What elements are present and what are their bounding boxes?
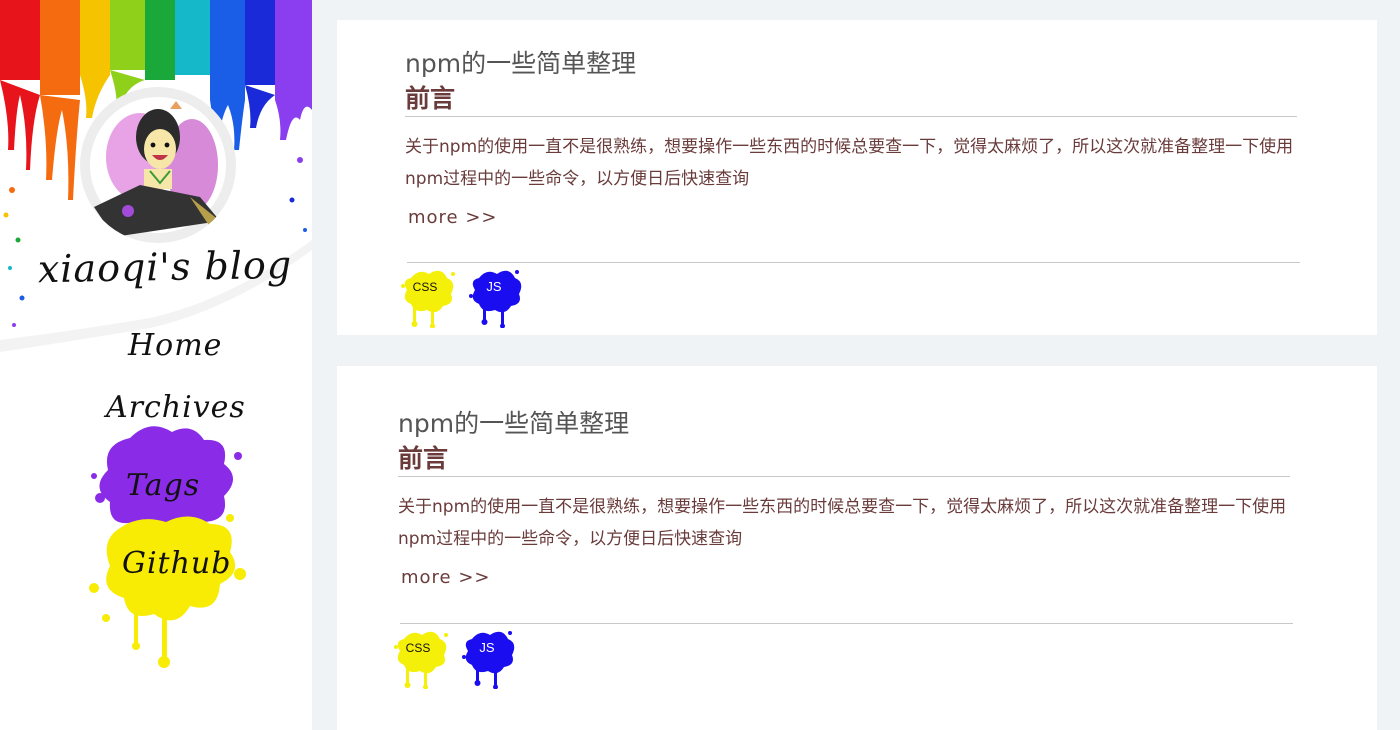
tag-js[interactable]: JS	[467, 266, 525, 328]
tag-css[interactable]: CSS	[392, 627, 450, 689]
blue-splash-icon	[469, 270, 522, 328]
blog-app: xiaoqi's blog Home Archives Tags Github …	[0, 0, 1400, 730]
nav-archives-link[interactable]: Archives	[106, 390, 246, 425]
tag-label: JS	[479, 640, 495, 655]
post-divider	[400, 623, 1293, 624]
post-excerpt: 关于npm的使用一直不是很熟练，想要操作一些东西的时候总要查一下，觉得太麻烦了，…	[398, 497, 1287, 549]
nav-github-link[interactable]: Github	[122, 546, 231, 581]
avatar[interactable]	[80, 87, 236, 243]
sidebar: xiaoqi's blog Home Archives Tags Github	[0, 0, 312, 730]
cartoon-avatar-image	[90, 97, 226, 237]
post-card: npm的一些简单整理 前言 关于npm的使用一直不是很熟练，想要操作一些东西的时…	[337, 20, 1377, 335]
post-divider	[407, 262, 1300, 263]
tag-js[interactable]: JS	[460, 627, 518, 689]
post-title-link[interactable]: npm的一些简单整理	[398, 406, 1293, 442]
yellow-splash-icon	[394, 631, 448, 689]
blue-splash-icon	[462, 631, 515, 689]
read-more-link[interactable]: more >>	[408, 207, 498, 228]
nav-tags-link[interactable]: Tags	[126, 468, 200, 503]
read-more-link[interactable]: more >>	[401, 567, 491, 588]
tag-css[interactable]: CSS	[399, 266, 457, 328]
tag-label: CSS	[405, 641, 431, 655]
post-subtitle: 前言	[405, 82, 1297, 117]
nav-home-link[interactable]: Home	[128, 328, 222, 363]
post-content: npm的一些简单整理 前言 关于npm的使用一直不是很熟练，想要操作一些东西的时…	[405, 46, 1300, 228]
post-card: npm的一些简单整理 前言 关于npm的使用一直不是很熟练，想要操作一些东西的时…	[337, 366, 1377, 730]
yellow-splash-icon	[401, 270, 455, 328]
tag-label: CSS	[412, 280, 438, 294]
post-subtitle: 前言	[398, 442, 1290, 477]
post-title-link[interactable]: npm的一些简单整理	[405, 46, 1300, 82]
blog-title[interactable]: xiaoqi's blog	[0, 242, 312, 292]
post-content: npm的一些简单整理 前言 关于npm的使用一直不是很熟练，想要操作一些东西的时…	[398, 406, 1293, 588]
tag-label: JS	[486, 279, 502, 294]
post-excerpt: 关于npm的使用一直不是很熟练，想要操作一些东西的时候总要查一下，觉得太麻烦了，…	[405, 137, 1294, 189]
